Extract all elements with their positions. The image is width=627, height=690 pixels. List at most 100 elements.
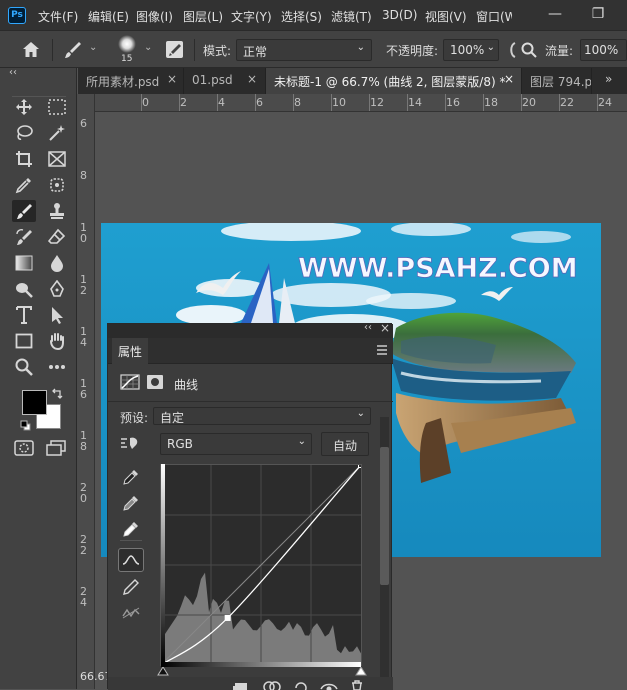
home-icon[interactable] [22,41,40,58]
ruler-tick: 4 [218,96,225,109]
eraser-tool-icon[interactable] [45,226,69,248]
target-adjustment-icon[interactable] [120,436,142,450]
stamp-tool-icon[interactable] [45,200,69,222]
ruler-tick: 12 [370,96,384,109]
layer-mask-icon[interactable] [146,374,164,390]
brush-settings-icon[interactable] [165,40,184,59]
curve-control-point[interactable] [225,615,230,620]
curves-graph[interactable] [160,464,362,666]
marquee-tool-icon[interactable] [45,96,69,118]
menu-image[interactable]: 图像(I) [136,8,173,25]
curve-points-icon[interactable] [118,548,144,572]
pencil-draw-icon[interactable] [120,576,142,598]
ruler-tick: 2 [180,96,187,109]
default-colors-icon[interactable] [20,420,31,431]
menu-edit[interactable]: 编辑(E) [88,8,129,25]
move-tool-icon[interactable] [12,96,36,118]
ruler-tick: 6 [256,96,263,109]
ruler-tick: 1 6 [80,378,87,400]
close-icon[interactable]: × [504,72,514,86]
channel-select[interactable]: RGB ⌄ [160,433,312,455]
crop-tool-icon[interactable] [12,148,36,170]
pen-tool-icon[interactable] [45,278,69,300]
chevron-down-icon[interactable]: ⌄ [144,42,152,53]
menu-3d[interactable]: 3D(D) [382,8,417,22]
mode-value: 正常 [243,45,267,59]
frame-tool-icon[interactable] [45,148,69,170]
black-point-eyedropper-icon[interactable] [120,466,142,488]
channel-value: RGB [167,437,193,451]
restore-button[interactable]: ❐ [578,0,618,30]
opacity-value: 100% [450,43,484,57]
brush-preset-icon[interactable] [63,40,83,60]
panel-menu-icon[interactable] [376,345,388,355]
tab-source-materials[interactable]: 所用素材.psd × [78,68,184,94]
blur-tool-icon[interactable] [45,252,69,274]
path-selection-tool-icon[interactable] [45,304,69,326]
brush-tool-icon[interactable] [12,200,36,222]
tab-properties[interactable]: 属性 [112,338,148,364]
chevron-down-icon[interactable]: ⌄ [89,42,97,53]
screen-mode-icon[interactable] [46,440,66,456]
tab-layer-794[interactable]: 图层 794.p [522,68,592,94]
close-icon[interactable]: × [167,72,177,86]
tab-overflow-button[interactable]: » [605,72,612,86]
lasso-tool-icon[interactable] [12,122,36,144]
black-input-slider[interactable] [157,667,169,676]
gradient-tool-icon[interactable] [12,252,36,274]
curve-control-point[interactable] [359,465,362,468]
menu-filter[interactable]: 滤镜(T) [331,8,372,25]
panel-scroll-thumb[interactable] [380,447,389,585]
menu-layer[interactable]: 图层(L) [183,8,223,25]
ruler-tick: 2 2 [80,534,87,556]
brush-tip-preview[interactable] [118,35,136,53]
swap-colors-icon[interactable] [51,388,63,400]
tab-label: 01.psd [192,73,233,87]
ruler-tick: 6 [80,118,87,129]
quick-mask-icon[interactable] [14,440,34,456]
opacity-input[interactable]: 100% ⌄ [443,39,499,61]
menu-file[interactable]: 文件(F) [38,8,78,25]
zoom-tool-icon[interactable] [12,356,36,378]
tab-01[interactable]: 01.psd × [184,68,266,94]
toolbar-collapse-button[interactable]: ‹‹ [9,67,17,78]
minimize-button[interactable]: — [535,0,575,30]
flow-input[interactable]: 100% [580,39,627,61]
document-tabs: 所用素材.psd × 01.psd × 未标题-1 @ 66.7% (曲线 2,… [78,68,627,94]
menu-view[interactable]: 视图(V) [425,8,467,25]
dodge-tool-icon[interactable] [12,278,36,300]
input-gradient-bar [161,662,361,667]
panel-tab-row: 属性 [108,338,393,364]
preset-select[interactable]: 自定 ⌄ [153,407,371,425]
white-point-eyedropper-icon[interactable] [120,518,142,540]
white-input-slider[interactable] [355,667,367,676]
auto-button[interactable]: 自动 [321,432,369,456]
tab-untitled-1[interactable]: 未标题-1 @ 66.7% (曲线 2, 图层蒙版/8) * × [266,68,522,94]
tab-label: 所用素材.psd [86,75,159,89]
magic-wand-tool-icon[interactable] [45,122,69,144]
menu-select[interactable]: 选择(S) [281,8,322,25]
chevron-down-icon: ⌄ [357,408,365,419]
chevron-down-icon: ⌄ [298,436,306,447]
menu-window[interactable]: 窗口(W [476,8,512,25]
panel-collapse-button[interactable]: ‹‹ [364,322,372,333]
menu-type[interactable]: 文字(Y) [231,8,272,25]
type-tool-icon[interactable] [12,304,36,326]
gray-point-eyedropper-icon[interactable] [120,492,142,514]
smooth-curve-icon[interactable] [120,602,142,624]
ruler-tick: 20 [522,96,536,109]
panel-close-button[interactable]: × [380,321,390,335]
mode-select[interactable]: 正常 ⌄ [236,39,372,61]
curves-adjustment-icon [120,374,140,390]
rectangle-tool-icon[interactable] [12,330,36,352]
history-brush-tool-icon[interactable] [12,226,36,248]
more-tools-icon[interactable] [45,356,69,378]
search-icon[interactable] [521,42,537,58]
foreground-color-swatch[interactable] [22,390,47,415]
spot-healing-tool-icon[interactable] [45,174,69,196]
chevron-down-icon: ⌄ [487,42,495,53]
hand-tool-icon[interactable] [45,330,69,352]
eyedropper-tool-icon[interactable] [12,174,36,196]
close-icon[interactable]: × [247,72,257,86]
pressure-opacity-icon[interactable] [508,42,516,58]
